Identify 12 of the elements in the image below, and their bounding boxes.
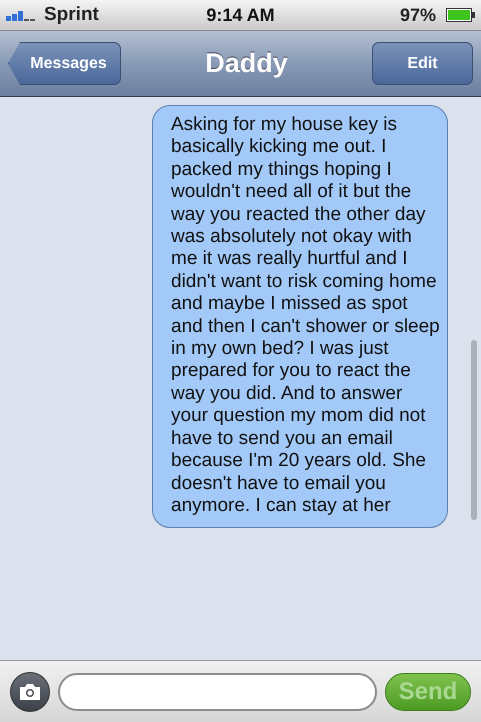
back-button[interactable]: Messages — [8, 42, 121, 85]
carrier-name: Sprint — [44, 2, 99, 27]
signal-icon — [6, 9, 36, 21]
conversation-title: Daddy — [205, 47, 288, 80]
camera-icon — [18, 682, 42, 700]
message-input-field[interactable] — [58, 672, 377, 710]
edit-button[interactable]: Edit — [372, 42, 473, 85]
battery-percent: 97% — [400, 4, 436, 26]
battery-icon — [446, 8, 475, 22]
camera-button[interactable] — [10, 672, 50, 712]
sent-message-bubble: Asking for my house key is basically kicking me out. I packed my things hoping I wouldn't need all of it but the way you reacted the other day was absolutely not okay with me it was really hurtful and I didn't want to risk coming home and maybe I missed as spot and then I can't shower or sleep in my own bed? I was just prepared for you to react the way you did. And to answer your question my mom did not have to send you an email because I'm 20 years old. She doesn't have to email you anymore. I can stay at her — [152, 105, 448, 528]
clock: 9:14 AM — [206, 4, 275, 26]
